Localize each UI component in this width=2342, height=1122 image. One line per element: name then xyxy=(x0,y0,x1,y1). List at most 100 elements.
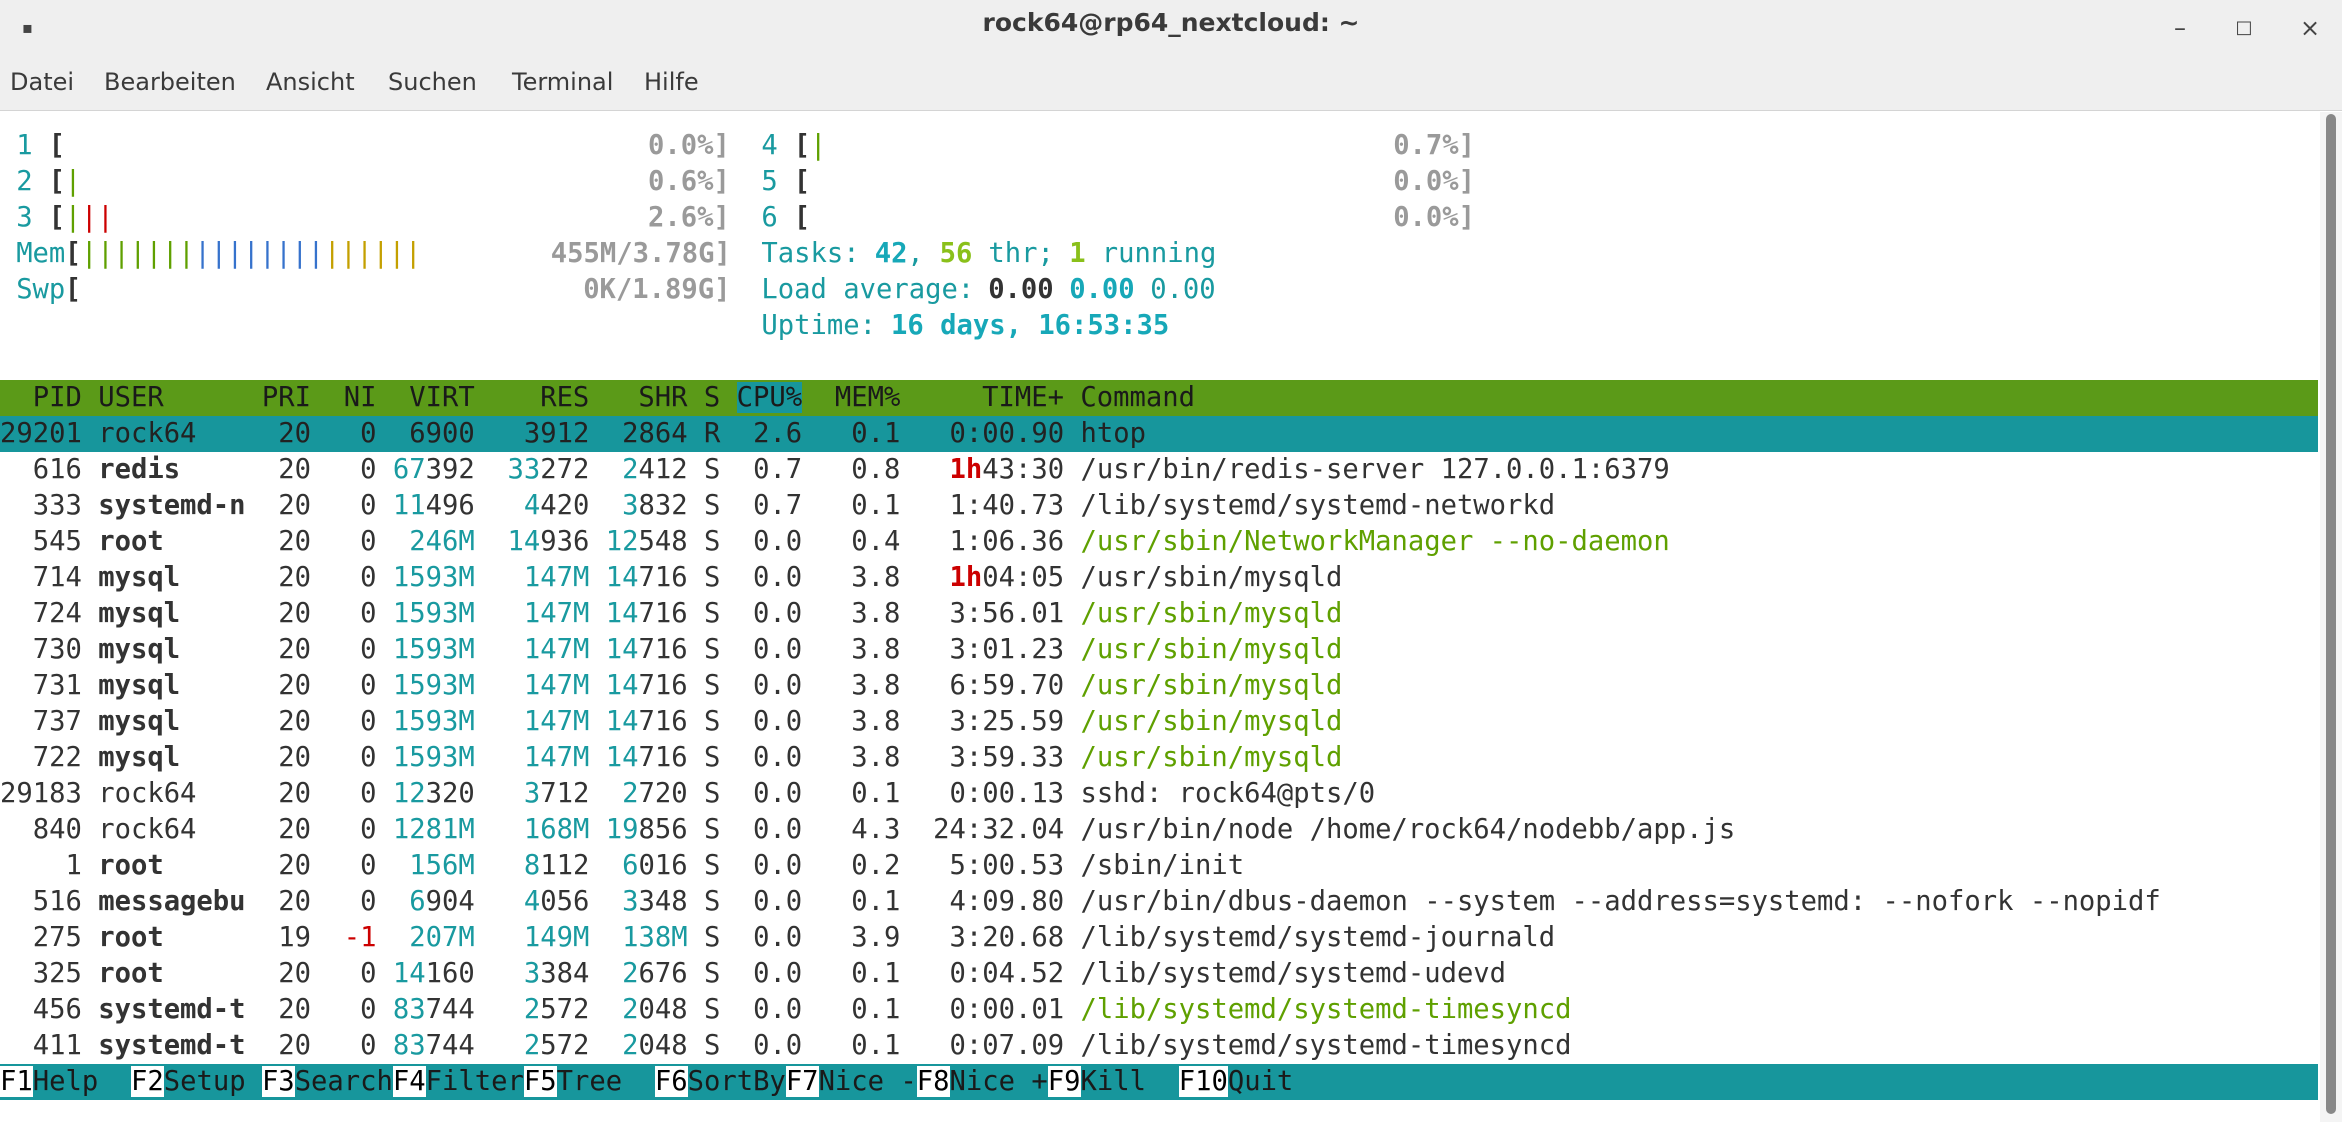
cpu-meter-bar: | xyxy=(810,130,827,161)
virt-cell: 6 xyxy=(409,886,426,917)
process-row[interactable]: 737 mysql 20 0 1593M 147M 14716 S 0.0 3.… xyxy=(0,704,1343,740)
terminal-area[interactable]: 1[0.0%] 2[| 0.6%] 3[| | | 2.6%] 4[| 0.7%] 5[0.0%]… xyxy=(0,112,2318,1122)
scrollbar[interactable] xyxy=(2320,112,2342,1122)
term-text xyxy=(1064,778,1080,809)
fkey-f6[interactable]: F6 xyxy=(654,1066,688,1097)
menu-hilfe[interactable]: Hilfe xyxy=(644,68,699,96)
term-text xyxy=(1064,994,1080,1025)
shr-cell xyxy=(606,922,622,953)
shr-cell: 348 xyxy=(638,886,688,917)
ni-cell: 0 xyxy=(327,562,393,593)
fkey-label[interactable]: Search xyxy=(294,1066,393,1097)
process-row[interactable]: 724 mysql 20 0 1593M 147M 14716 S 0.0 3.… xyxy=(0,596,1343,632)
fkey-label[interactable]: Setup xyxy=(163,1066,262,1097)
pri-cell: 19 xyxy=(261,922,328,953)
maximize-button[interactable]: □ xyxy=(2224,12,2264,44)
fkey-label[interactable]: Kill xyxy=(1080,1066,1179,1097)
process-row[interactable]: 29201 rock64 20 0 6900 3912 2864 R 2.6 0… xyxy=(0,416,2318,452)
mem-cell: 0.4 xyxy=(802,526,917,557)
fkey-f5[interactable]: F5 xyxy=(523,1066,557,1097)
fkey-label[interactable]: Nice - xyxy=(818,1066,917,1097)
fkey-f7[interactable]: F7 xyxy=(785,1066,819,1097)
fkey-f2[interactable]: F2 xyxy=(130,1066,164,1097)
fkey-f1[interactable]: F1 xyxy=(0,1066,33,1097)
pid-cell: 456 xyxy=(0,994,99,1025)
process-row[interactable]: 456 systemd-t 20 0 83744 2572 2048 S 0.0… xyxy=(0,992,1572,1028)
mem-cell: 0.8 xyxy=(802,454,917,485)
process-row[interactable]: 730 mysql 20 0 1593M 147M 14716 S 0.0 3.… xyxy=(0,632,1343,668)
command-cell: /usr/sbin/mysqld xyxy=(1080,598,1343,629)
cpu-meter-bar: | xyxy=(81,202,98,233)
ni-cell: 0 xyxy=(327,994,393,1025)
mem-meter-bar: | xyxy=(372,238,389,269)
fkey-label[interactable]: Tree xyxy=(556,1066,655,1097)
fkey-f10[interactable]: F10 xyxy=(1178,1066,1228,1097)
time-cell xyxy=(917,958,950,989)
pid-cell: 275 xyxy=(0,922,99,953)
time-cell: 1:40.73 xyxy=(949,490,1065,521)
process-row[interactable]: 840 rock64 20 0 1281M 168M 19856 S 0.0 4… xyxy=(0,812,1735,848)
tasks-count: 42 xyxy=(874,238,908,269)
command-cell: sshd: rock64@pts/0 xyxy=(1080,778,1376,809)
virt-cell: 156M xyxy=(409,850,475,881)
fkey-label[interactable]: Help xyxy=(32,1066,131,1097)
process-row[interactable]: 616 redis 20 0 67392 33272 2412 S 0.7 0.… xyxy=(0,452,1670,488)
minimize-button[interactable]: – xyxy=(2160,12,2200,44)
menu-bearbeiten[interactable]: Bearbeiten xyxy=(104,68,236,96)
mem-meter-bar: | xyxy=(324,238,341,269)
time-cell xyxy=(917,598,950,629)
fkey-label[interactable]: Quit xyxy=(1227,1066,1327,1097)
pid-cell: 616 xyxy=(0,454,99,485)
fkey-label[interactable]: SortBy xyxy=(687,1066,786,1097)
menu-suchen[interactable]: Suchen xyxy=(388,68,477,96)
command-cell: /usr/bin/redis-server 127.0.0.1:6379 xyxy=(1080,454,1670,485)
term-text xyxy=(589,850,605,881)
virt-cell: 904 xyxy=(425,886,475,917)
process-row[interactable]: 1 root 20 0 156M 8112 6016 S 0.0 0.2 5:0… xyxy=(0,848,1244,884)
process-row[interactable]: 731 mysql 20 0 1593M 147M 14716 S 0.0 3.… xyxy=(0,668,1343,704)
process-row[interactable]: 411 systemd-t 20 0 83744 2572 2048 S 0.0… xyxy=(0,1028,1572,1064)
shr-cell: 12 xyxy=(605,526,639,557)
close-button[interactable]: × xyxy=(2290,12,2330,44)
mem-meter-bar: | xyxy=(259,238,276,269)
process-row[interactable]: 275 root 19 -1 207M 149M 138M S 0.0 3.9 … xyxy=(0,920,1555,956)
shr-cell: 676 xyxy=(638,958,688,989)
user-cell: rock64 xyxy=(98,418,262,449)
process-row[interactable]: 516 messagebu 20 0 6904 4056 3348 S 0.0 … xyxy=(0,884,2161,920)
pri-cell: 20 xyxy=(261,994,328,1025)
menu-terminal[interactable]: Terminal xyxy=(512,68,613,96)
time-cell: 0:00.01 xyxy=(949,994,1065,1025)
process-table-header: PID USER PRI NI VIRT RES SHR S CPU% MEM%… xyxy=(0,380,2318,416)
process-row[interactable]: 545 root 20 0 246M 14936 12548 S 0.0 0.4… xyxy=(0,524,1670,560)
menu-ansicht[interactable]: Ansicht xyxy=(266,68,355,96)
scrollbar-thumb[interactable] xyxy=(2326,114,2336,1114)
command-cell: /usr/sbin/mysqld xyxy=(1080,562,1343,593)
fkey-label[interactable]: Nice + xyxy=(949,1066,1048,1097)
res-cell: 3 xyxy=(523,958,541,989)
user-cell: mysql xyxy=(98,598,262,629)
process-row[interactable]: 714 mysql 20 0 1593M 147M 14716 S 0.0 3.… xyxy=(0,560,1343,596)
fkey-f4[interactable]: F4 xyxy=(392,1066,426,1097)
process-row[interactable]: 29183 rock64 20 0 12320 3712 2720 S 0.0 … xyxy=(0,776,1375,812)
virt-cell: 83 xyxy=(392,994,426,1025)
time-cell: 3:59.33 xyxy=(949,742,1065,773)
process-row[interactable]: 333 systemd-n 20 0 11496 4420 3832 S 0.7… xyxy=(0,488,1555,524)
virt-cell: 320 xyxy=(425,778,475,809)
process-row[interactable]: 325 root 20 0 14160 3384 2676 S 0.0 0.1 … xyxy=(0,956,1506,992)
res-cell: 384 xyxy=(540,958,590,989)
fkey-f3[interactable]: F3 xyxy=(261,1066,295,1097)
virt-cell: 392 xyxy=(425,454,475,485)
shr-cell: 2 xyxy=(622,778,639,809)
time-cell xyxy=(917,994,950,1025)
process-row[interactable]: 722 mysql 20 0 1593M 147M 14716 S 0.0 3.… xyxy=(0,740,1343,776)
mem-cell: 3.9 xyxy=(802,922,917,953)
pid-cell: 325 xyxy=(0,958,99,989)
state-cell: S xyxy=(703,922,737,953)
virt-cell: 744 xyxy=(425,994,475,1025)
term-text xyxy=(1064,742,1080,773)
fkey-f8[interactable]: F8 xyxy=(916,1066,950,1097)
menu-datei[interactable]: Datei xyxy=(10,68,74,96)
fkey-f9[interactable]: F9 xyxy=(1047,1066,1081,1097)
state-cell: S xyxy=(703,1030,737,1061)
fkey-label[interactable]: Filter xyxy=(425,1066,524,1097)
